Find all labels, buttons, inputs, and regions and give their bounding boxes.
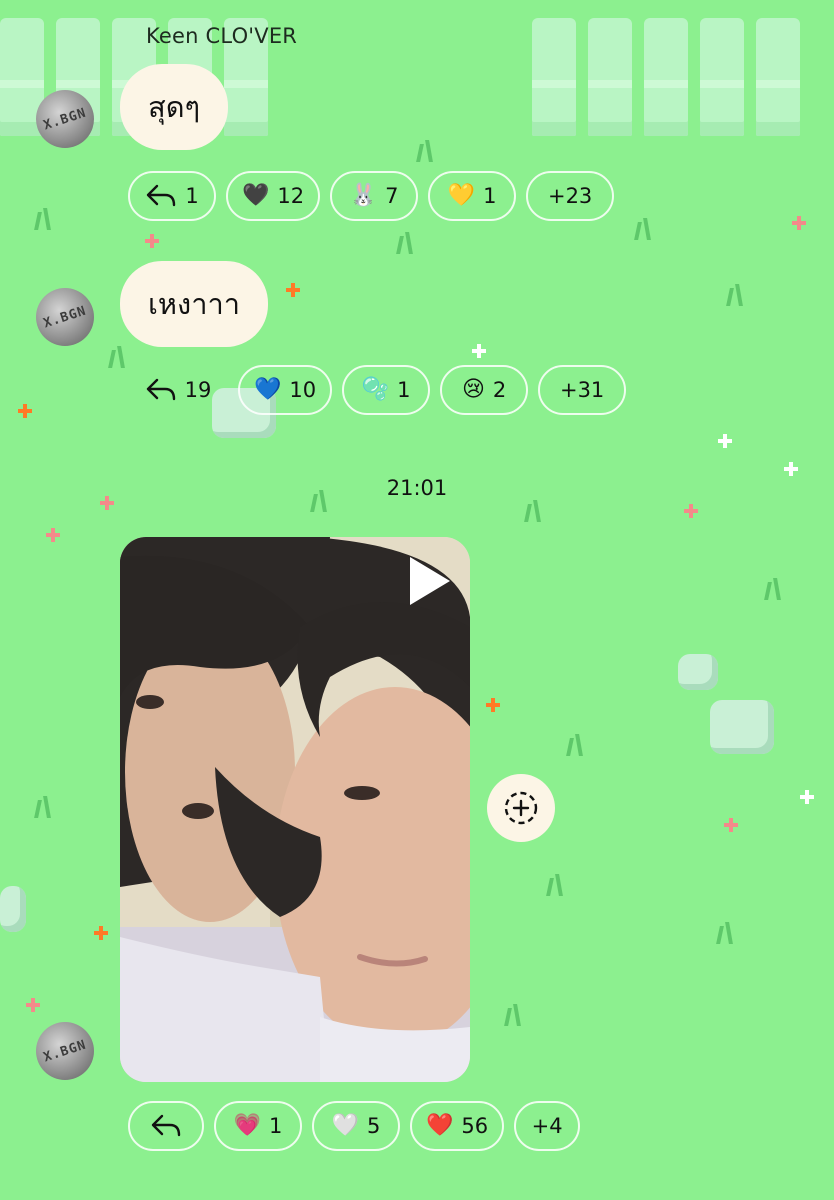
flower-decoration — [784, 462, 798, 476]
reaction-count: 1 — [483, 184, 497, 208]
more-reactions-button[interactable]: +4 — [514, 1101, 581, 1151]
reaction-chip[interactable]: 😢 2 — [440, 365, 529, 415]
flower-decoration — [145, 234, 159, 248]
more-reactions-count: +23 — [547, 184, 593, 208]
grass-decoration — [392, 232, 418, 254]
reaction-chip[interactable]: 🤍 5 — [312, 1101, 400, 1151]
reaction-count: 1 — [397, 378, 411, 402]
avatar-text: X.BGN — [41, 1037, 89, 1065]
more-reactions-button[interactable]: +23 — [526, 171, 615, 221]
reaction-chip[interactable]: ❤️ 56 — [410, 1101, 505, 1151]
play-icon[interactable] — [410, 557, 450, 605]
grass-decoration — [562, 734, 588, 756]
reply-icon — [147, 184, 176, 207]
flower-decoration — [684, 504, 698, 518]
rock-decoration — [678, 654, 718, 690]
grass-decoration — [542, 874, 568, 896]
blue-heart-icon: 💙 — [254, 377, 282, 402]
grass-decoration — [30, 208, 56, 230]
reaction-count: 2 — [492, 378, 507, 402]
reply-button[interactable] — [128, 1101, 204, 1151]
flower-decoration — [718, 434, 732, 448]
flower-decoration — [286, 283, 300, 297]
grass-decoration — [104, 346, 130, 368]
grass-decoration — [760, 578, 786, 600]
more-reactions-count: +31 — [559, 378, 605, 402]
reply-icon — [146, 378, 175, 401]
avatar-text: X.BGN — [41, 105, 89, 133]
reaction-count: 5 — [367, 1114, 381, 1138]
reply-count-button[interactable]: 19 — [128, 365, 228, 415]
flower-decoration — [472, 344, 486, 358]
flower-decoration — [94, 926, 108, 940]
grass-decoration — [722, 284, 748, 306]
avatar[interactable]: X.BGN — [36, 1022, 94, 1080]
reaction-count: 10 — [289, 378, 317, 402]
avatar[interactable]: X.BGN — [36, 90, 94, 148]
grass-decoration — [412, 140, 438, 162]
flower-decoration — [792, 216, 806, 230]
reaction-chip[interactable]: 🫧 1 — [342, 365, 431, 415]
reply-count: 1 — [185, 184, 199, 208]
reaction-bar: 1 🖤 12 🐰 7 💛 1 +23 — [128, 171, 615, 221]
reaction-count: 1 — [269, 1114, 283, 1138]
flower-decoration — [18, 404, 32, 418]
reaction-count: 12 — [277, 184, 305, 208]
dashed-add-icon — [504, 791, 538, 825]
reaction-chip[interactable]: 💛 1 — [428, 171, 517, 221]
reply-count: 19 — [184, 378, 212, 402]
flower-decoration — [46, 528, 60, 542]
grass-decoration — [712, 922, 738, 944]
white-heart-icon: 🤍 — [331, 1113, 360, 1138]
growing-heart-icon: 💗 — [233, 1113, 262, 1138]
message-bubble[interactable]: เหงาาา — [120, 261, 269, 347]
avatar-text: X.BGN — [41, 303, 89, 331]
avatar[interactable]: X.BGN — [36, 288, 94, 346]
reaction-chip[interactable]: 💗 1 — [214, 1101, 302, 1151]
flower-decoration — [26, 998, 40, 1012]
grass-decoration — [520, 500, 546, 522]
reaction-bar: 💗 1 🤍 5 ❤️ 56 +4 — [128, 1101, 581, 1151]
black-heart-icon: 🖤 — [242, 183, 270, 208]
rabbit-face-icon: 🐰 — [349, 183, 378, 208]
grass-decoration — [500, 1004, 526, 1026]
crying-face-icon: 😢 — [461, 377, 485, 402]
reaction-count: 56 — [461, 1114, 489, 1138]
reply-icon — [151, 1114, 181, 1137]
reply-count-button[interactable]: 1 — [128, 171, 216, 221]
reaction-chip[interactable]: 🖤 12 — [226, 171, 321, 221]
grass-decoration — [630, 218, 656, 240]
rock-decoration — [0, 886, 26, 932]
save-media-button[interactable] — [487, 774, 555, 842]
bubbles-icon: 🫧 — [361, 377, 390, 402]
message-bubble[interactable]: สุดๆ — [120, 64, 229, 150]
sender-name: Keen CLO'VER — [146, 24, 298, 48]
grass-decoration — [30, 796, 56, 818]
reaction-bar: 19 💙 10 🫧 1 😢 2 +31 — [128, 365, 627, 415]
rock-decoration — [710, 700, 774, 754]
timestamp: 21:01 — [386, 476, 448, 500]
more-reactions-button[interactable]: +31 — [538, 365, 627, 415]
yellow-heart-icon: 💛 — [447, 183, 476, 208]
reaction-count: 7 — [385, 184, 399, 208]
red-heart-icon: ❤️ — [426, 1113, 454, 1138]
flower-decoration — [800, 790, 814, 804]
flower-decoration — [486, 698, 500, 712]
video-message[interactable] — [120, 537, 470, 1082]
video-thumbnail — [120, 537, 470, 1082]
reaction-chip[interactable]: 🐰 7 — [330, 171, 419, 221]
fence-decoration-right — [532, 18, 800, 143]
flower-decoration — [724, 818, 738, 832]
more-reactions-count: +4 — [531, 1114, 563, 1138]
reaction-chip[interactable]: 💙 10 — [238, 365, 333, 415]
